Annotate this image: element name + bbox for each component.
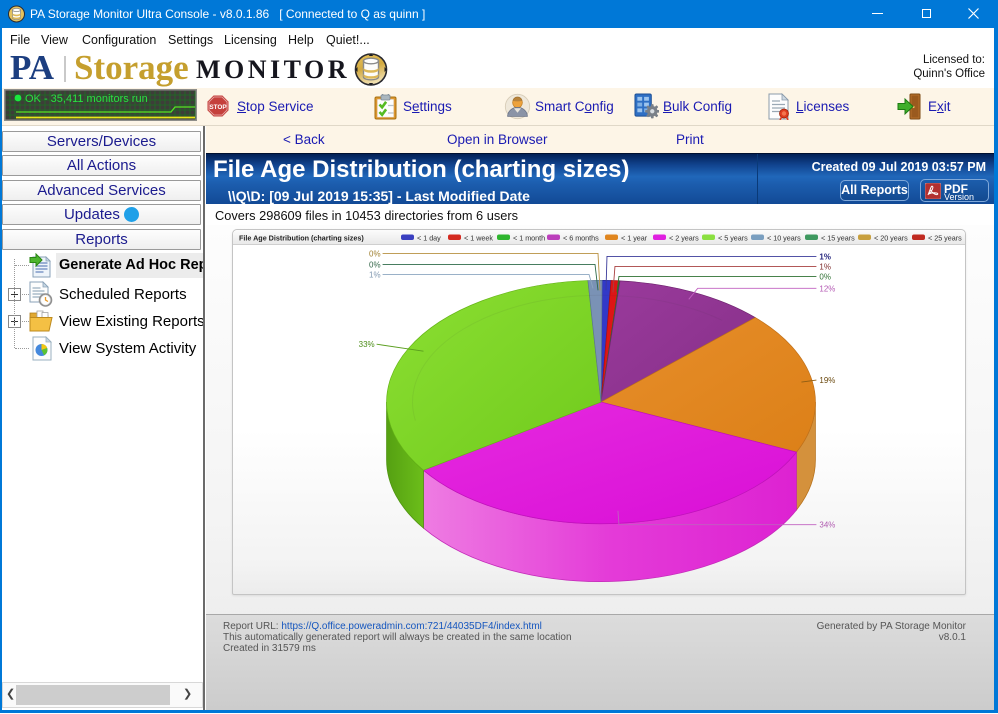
svg-text:File Age Distribution (chartin: File Age Distribution (charting sizes) <box>239 234 364 243</box>
svg-text:< 15 years: < 15 years <box>821 234 855 243</box>
svg-text:19%: 19% <box>819 376 835 385</box>
svg-text:0%: 0% <box>369 260 381 269</box>
svg-text:< 10 years: < 10 years <box>767 234 801 243</box>
svg-text:< 1 year: < 1 year <box>621 234 648 243</box>
svg-text:34%: 34% <box>819 521 835 530</box>
svg-text:< 5 years: < 5 years <box>718 234 748 243</box>
svg-text:< 6 months: < 6 months <box>563 234 599 243</box>
svg-text:< 1 month: < 1 month <box>513 234 545 243</box>
svg-text:< 20 years: < 20 years <box>874 234 908 243</box>
svg-text:1%: 1% <box>819 262 831 271</box>
svg-text:< 2 years: < 2 years <box>669 234 699 243</box>
svg-text:1%: 1% <box>819 252 831 261</box>
svg-text:12%: 12% <box>819 284 835 293</box>
svg-text:< 1 day: < 1 day <box>417 234 441 243</box>
svg-text:OK - 35,411 monitors run: OK - 35,411 monitors run <box>25 93 148 105</box>
svg-text:< 1 week: < 1 week <box>464 234 493 243</box>
svg-text:0%: 0% <box>369 249 381 258</box>
svg-text:STOP: STOP <box>209 104 227 111</box>
svg-text:33%: 33% <box>359 340 375 349</box>
svg-text:1%: 1% <box>369 270 381 279</box>
svg-text:< 25 years: < 25 years <box>928 234 962 243</box>
svg-text:0%: 0% <box>819 272 831 281</box>
